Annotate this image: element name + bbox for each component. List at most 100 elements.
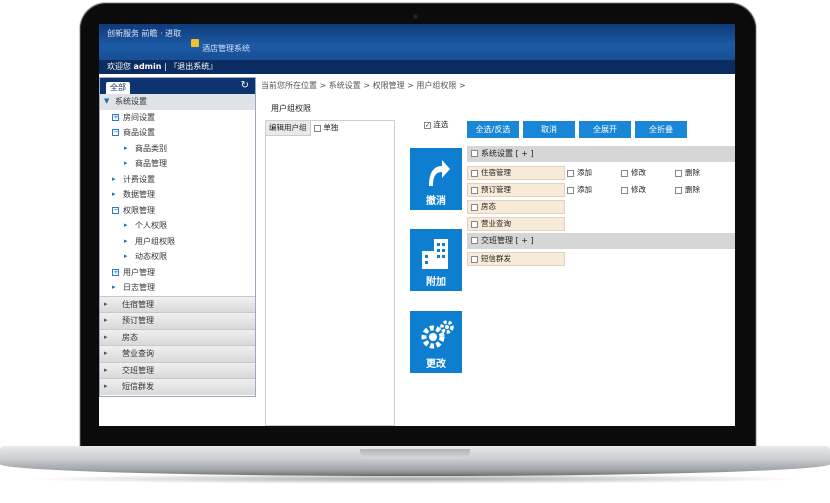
sidebar-tree-item[interactable]: + 房间设置 bbox=[100, 110, 255, 126]
sidebar-tree-item[interactable]: ▸ 动态权限 bbox=[100, 249, 255, 265]
sidebar-tree-label: 系统设置 bbox=[115, 97, 147, 106]
permission-op-checkbox[interactable] bbox=[621, 169, 628, 177]
select-invert-button[interactable]: 全选/反选 bbox=[467, 121, 519, 138]
expand-all-button[interactable]: 全展开 bbox=[579, 121, 631, 138]
permission-op[interactable]: 添加 bbox=[567, 183, 592, 197]
section-checkbox[interactable] bbox=[471, 150, 478, 157]
section-checkbox[interactable] bbox=[471, 237, 478, 244]
sidebar-tree-label: 商品管理 bbox=[135, 159, 167, 168]
sidebar-group[interactable]: ▸ 交班管理 bbox=[100, 361, 255, 378]
permission-op[interactable]: 修改 bbox=[621, 183, 646, 197]
arrow-right-icon[interactable]: ▸ bbox=[124, 234, 128, 250]
arrow-right-icon[interactable]: ▸ bbox=[112, 280, 116, 296]
permission-checkbox[interactable] bbox=[471, 255, 478, 263]
sidebar-tree-label: 商品设置 bbox=[123, 128, 155, 137]
permission-item[interactable]: 住宿管理 bbox=[467, 166, 565, 180]
permission-op[interactable]: 添加 bbox=[567, 166, 592, 180]
permission-op-label: 添加 bbox=[577, 185, 592, 194]
single-select-checkbox[interactable] bbox=[314, 124, 321, 132]
sidebar-tab-all[interactable]: 全部 bbox=[106, 82, 130, 94]
cancel-button[interactable]: 取消 bbox=[523, 121, 575, 138]
collapse-icon[interactable]: − bbox=[112, 206, 119, 214]
arrow-right-icon[interactable]: ▸ bbox=[124, 156, 128, 172]
permission-checkbox[interactable] bbox=[471, 220, 478, 228]
single-select-toggle[interactable]: 单独 bbox=[314, 122, 338, 133]
sidebar-group-label: 营业查询 bbox=[122, 349, 154, 358]
linked-select-toggle[interactable]: ✓ 连选 bbox=[424, 119, 448, 130]
sidebar-group[interactable]: ▸ 预订管理 bbox=[100, 312, 255, 329]
permission-op-checkbox[interactable] bbox=[675, 186, 682, 194]
attach-tile[interactable]: 附加 bbox=[410, 229, 462, 291]
change-tile[interactable]: 更改 bbox=[410, 311, 462, 373]
undo-tile[interactable]: 撤消 bbox=[410, 148, 462, 210]
expand-icon[interactable]: + bbox=[112, 113, 119, 121]
permission-item[interactable]: 预订管理 bbox=[467, 183, 565, 197]
refresh-icon[interactable]: ↻ bbox=[241, 80, 249, 91]
permission-item-label: 房态 bbox=[481, 202, 496, 211]
permission-op-checkbox[interactable] bbox=[567, 169, 574, 177]
sidebar-group[interactable]: ▸ 房态 bbox=[100, 328, 255, 345]
sidebar-tree: ▼ 系统设置 + 房间设置 − 商品设置 ▸ 商品类别 ▸ 商品管理 ▸ 计费设置 ▸ 数据管理 − 权限管理… bbox=[100, 94, 255, 296]
sidebar-group[interactable]: ▸ 营业查询 bbox=[100, 345, 255, 362]
logo-icon bbox=[191, 39, 199, 47]
single-select-label: 单独 bbox=[323, 123, 339, 132]
attach-label: 附加 bbox=[426, 277, 446, 288]
sidebar-group-label: 短信群发 bbox=[122, 382, 154, 391]
permission-item-sms[interactable]: 短信群发 bbox=[467, 252, 565, 266]
sidebar-tree-item[interactable]: − 权限管理 bbox=[100, 203, 255, 219]
sidebar-tree-label: 日志管理 bbox=[123, 283, 155, 292]
sidebar-tree-label: 商品类别 bbox=[135, 143, 167, 153]
permission-op-checkbox[interactable] bbox=[675, 169, 682, 177]
permission-checkbox[interactable] bbox=[471, 169, 478, 177]
arrow-right-icon: ▸ bbox=[104, 382, 108, 390]
sidebar-tree-item[interactable]: ▸ 日志管理 bbox=[100, 280, 255, 296]
permission-item[interactable]: 房态 bbox=[467, 200, 565, 214]
sidebar-tree-item[interactable]: + 用户管理 bbox=[100, 265, 255, 281]
sidebar-group-label: 住宿管理 bbox=[122, 299, 154, 309]
linked-select-checkbox[interactable]: ✓ bbox=[424, 121, 431, 129]
change-label: 更改 bbox=[426, 359, 446, 370]
arrow-right-icon[interactable]: ▸ bbox=[124, 141, 128, 157]
arrow-right-icon[interactable]: ▸ bbox=[112, 172, 116, 188]
collapse-icon[interactable]: − bbox=[112, 129, 119, 136]
sidebar-tree-item[interactable]: ▸ 个人权限 bbox=[100, 218, 255, 234]
caret-down-icon[interactable]: ▼ bbox=[104, 94, 109, 110]
edit-group-button[interactable]: 编辑用户组 bbox=[266, 121, 311, 136]
permission-op-label: 修改 bbox=[631, 168, 646, 177]
sidebar-tree-item[interactable]: − 商品设置 bbox=[100, 125, 255, 141]
sidebar-tree-label: 用户组权限 bbox=[135, 236, 175, 246]
permission-op[interactable]: 删除 bbox=[675, 183, 700, 197]
userbar-separator: | bbox=[164, 62, 167, 71]
arrow-right-icon[interactable]: ▸ bbox=[112, 187, 116, 203]
collapse-all-button[interactable]: 全折叠 bbox=[635, 121, 687, 138]
sidebar-tree-item[interactable]: ▸ 用户组权限 bbox=[100, 234, 255, 250]
permission-checkbox[interactable] bbox=[471, 203, 478, 211]
arrow-right-icon[interactable]: ▸ bbox=[124, 218, 128, 234]
sidebar-tree-item[interactable]: ▼ 系统设置 bbox=[100, 94, 255, 110]
permission-op[interactable]: 修改 bbox=[621, 166, 646, 180]
permission-checkbox[interactable] bbox=[471, 186, 478, 194]
sidebar-tree-label: 用户管理 bbox=[123, 267, 155, 277]
arrow-right-icon: ▸ bbox=[104, 316, 108, 324]
undo-label: 撤消 bbox=[426, 196, 446, 207]
logout-link[interactable]: 『退出系统』 bbox=[169, 62, 217, 71]
sidebar-group[interactable]: ▸ 短信群发 bbox=[100, 378, 255, 395]
sidebar-tree-item[interactable]: ▸ 数据管理 bbox=[100, 187, 255, 203]
arrow-right-icon[interactable]: ▸ bbox=[124, 249, 128, 265]
permission-item-label: 短信群发 bbox=[481, 254, 511, 263]
expand-icon[interactable]: + bbox=[112, 268, 119, 276]
permission-op-checkbox[interactable] bbox=[567, 186, 574, 194]
permission-section-shift[interactable]: 交班管理 [ + ] bbox=[467, 233, 735, 249]
permission-op-checkbox[interactable] bbox=[621, 186, 628, 194]
sidebar-tree-item[interactable]: ▸ 商品类别 bbox=[100, 141, 255, 157]
sidebar-tree-item[interactable]: ▸ 计费设置 bbox=[100, 172, 255, 188]
sidebar-group[interactable]: ▸ 住宿管理 bbox=[100, 295, 255, 312]
sidebar-group-label: 房态 bbox=[122, 332, 138, 342]
sidebar-tree-item[interactable]: ▸ 商品管理 bbox=[100, 156, 255, 172]
permission-item[interactable]: 营业查询 bbox=[467, 217, 565, 231]
gears-icon bbox=[421, 320, 454, 349]
permission-section-system[interactable]: 系统设置 [ + ] bbox=[467, 146, 735, 162]
arrow-right-icon: ▸ bbox=[104, 365, 108, 374]
arrow-right-icon: ▸ bbox=[104, 299, 108, 308]
permission-op[interactable]: 删除 bbox=[675, 166, 700, 180]
